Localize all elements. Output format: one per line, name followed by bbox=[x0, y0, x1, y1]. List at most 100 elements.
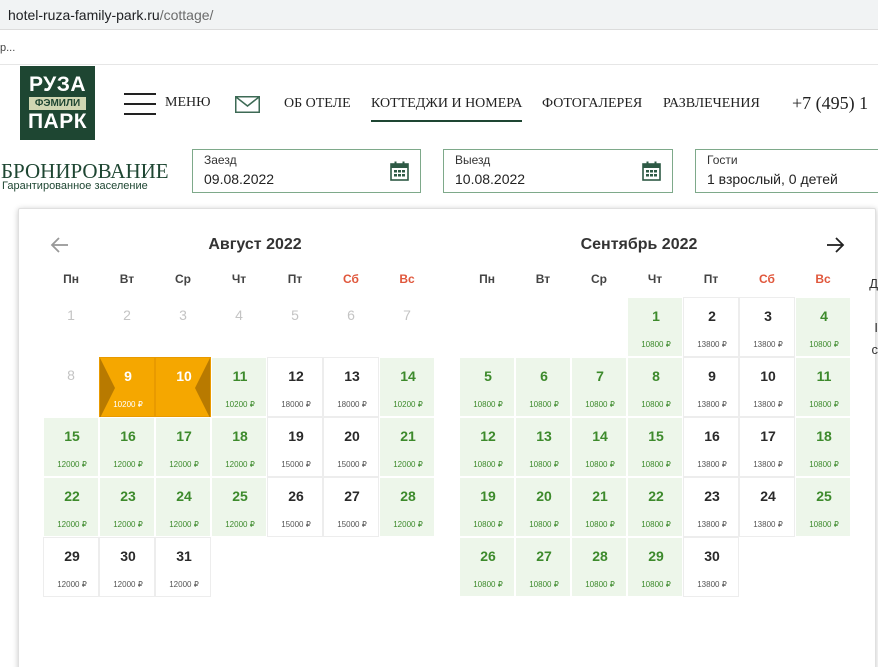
calendar-day[interactable]: 15 12000 ₽ bbox=[43, 417, 99, 477]
day-number: 19 bbox=[288, 428, 304, 444]
bookmark-fragment[interactable]: р... bbox=[0, 42, 15, 54]
site-logo[interactable]: РУЗА ФЭМИЛИ ПАРК bbox=[20, 66, 95, 140]
day-price: 10800 ₽ bbox=[473, 460, 503, 469]
calendar-day[interactable]: 29 10800 ₽ bbox=[627, 537, 683, 597]
calendar-day[interactable]: 7 10800 ₽ bbox=[571, 357, 627, 417]
calendar-day[interactable]: 8 10800 ₽ bbox=[627, 357, 683, 417]
calendar-day[interactable]: 22 12000 ₽ bbox=[43, 477, 99, 537]
calendar-day[interactable]: 27 15000 ₽ bbox=[323, 477, 379, 537]
calendar-day[interactable]: 18 10800 ₽ bbox=[795, 417, 851, 477]
calendar-day[interactable]: 10 13800 ₽ bbox=[739, 357, 795, 417]
calendar-day[interactable]: 13 10800 ₽ bbox=[515, 417, 571, 477]
calendar-day[interactable]: 19 15000 ₽ bbox=[267, 417, 323, 477]
day-price: 12000 ₽ bbox=[57, 460, 87, 469]
day-number: 8 bbox=[67, 367, 75, 383]
day-price: 10800 ₽ bbox=[473, 400, 503, 409]
calendar-day[interactable]: 10 bbox=[155, 357, 211, 418]
day-number: 25 bbox=[816, 488, 832, 504]
calendar-day[interactable]: 4 10800 ₽ bbox=[795, 297, 851, 357]
calendar-day[interactable]: 23 13800 ₽ bbox=[683, 477, 739, 537]
calendar-day[interactable]: 31 12000 ₽ bbox=[155, 537, 211, 597]
calendar-day[interactable]: 9 10200 ₽ bbox=[99, 357, 155, 418]
calendar-day[interactable]: 18 12000 ₽ bbox=[211, 417, 267, 477]
calendar-day[interactable]: 11 10800 ₽ bbox=[795, 357, 851, 417]
calendar-day[interactable]: 2 13800 ₽ bbox=[683, 297, 739, 357]
menu-button[interactable]: МЕНЮ bbox=[165, 95, 211, 111]
calendar-day[interactable]: 27 10800 ₽ bbox=[515, 537, 571, 597]
calendar-icon[interactable] bbox=[642, 161, 661, 181]
guests-field[interactable]: Гости 1 взрослый, 0 детей bbox=[695, 149, 878, 193]
weekday-header: Вс bbox=[399, 272, 415, 286]
weekday-header: Чт bbox=[231, 272, 247, 286]
calendar-day[interactable]: 22 10800 ₽ bbox=[627, 477, 683, 537]
browser-url-bar[interactable]: hotel-ruza-family-park.ru/cottage/ bbox=[0, 0, 878, 30]
calendar-day[interactable]: 24 12000 ₽ bbox=[155, 477, 211, 537]
calendar-day: 5 bbox=[267, 297, 323, 357]
calendar-day[interactable]: 11 10200 ₽ bbox=[211, 357, 267, 417]
calendar-day[interactable]: 25 10800 ₽ bbox=[795, 477, 851, 537]
calendar-day[interactable]: 29 12000 ₽ bbox=[43, 537, 99, 597]
calendar-day[interactable]: 5 10800 ₽ bbox=[459, 357, 515, 417]
mail-icon[interactable] bbox=[235, 96, 260, 113]
calendar-day[interactable]: 6 10800 ₽ bbox=[515, 357, 571, 417]
calendar-day[interactable]: 20 10800 ₽ bbox=[515, 477, 571, 537]
calendar-day[interactable]: 17 12000 ₽ bbox=[155, 417, 211, 477]
calendar-day[interactable]: 19 10800 ₽ bbox=[459, 477, 515, 537]
day-number: 7 bbox=[403, 307, 411, 323]
day-number: 12 bbox=[288, 368, 304, 384]
nav-cottages[interactable]: КОТТЕДЖИ И НОМЕРА bbox=[371, 96, 523, 122]
calendar-day[interactable]: 15 10800 ₽ bbox=[627, 417, 683, 477]
calendar-day[interactable]: 14 10200 ₽ bbox=[379, 357, 435, 417]
day-number: 10 bbox=[176, 368, 192, 384]
day-number: 2 bbox=[708, 308, 716, 324]
calendar-day[interactable]: 26 15000 ₽ bbox=[267, 477, 323, 537]
calendar-day[interactable]: 26 10800 ₽ bbox=[459, 537, 515, 597]
calendar-day[interactable]: 23 12000 ₽ bbox=[99, 477, 155, 537]
day-number: 17 bbox=[176, 428, 192, 444]
checkout-label: Выезд bbox=[455, 153, 491, 167]
calendar-day[interactable]: 3 13800 ₽ bbox=[739, 297, 795, 357]
checkout-value[interactable]: 10.08.2022 bbox=[455, 171, 525, 187]
day-number: 6 bbox=[347, 307, 355, 323]
guests-value[interactable]: 1 взрослый, 0 детей bbox=[707, 171, 838, 187]
day-number: 9 bbox=[124, 368, 132, 384]
nav-gallery[interactable]: ФОТОГАЛЕРЕЯ bbox=[542, 96, 642, 112]
calendar-day[interactable]: 20 15000 ₽ bbox=[323, 417, 379, 477]
url-text[interactable]: hotel-ruza-family-park.ru/cottage/ bbox=[8, 7, 213, 23]
day-price: 12000 ₽ bbox=[57, 580, 87, 589]
calendar-day[interactable]: 21 10800 ₽ bbox=[571, 477, 627, 537]
calendar-day[interactable]: 1 10800 ₽ bbox=[627, 297, 683, 357]
day-number: 13 bbox=[536, 428, 552, 444]
checkin-value[interactable]: 09.08.2022 bbox=[204, 171, 274, 187]
calendar-day[interactable]: 9 13800 ₽ bbox=[683, 357, 739, 417]
calendar-day[interactable]: 16 13800 ₽ bbox=[683, 417, 739, 477]
calendar-day[interactable]: 28 12000 ₽ bbox=[379, 477, 435, 537]
nav-about[interactable]: ОБ ОТЕЛЕ bbox=[284, 96, 351, 112]
calendar-day[interactable]: 30 12000 ₽ bbox=[99, 537, 155, 597]
weekday-header: Пн bbox=[479, 272, 495, 286]
calendar-day[interactable]: 21 12000 ₽ bbox=[379, 417, 435, 477]
calendar-day[interactable]: 12 10800 ₽ bbox=[459, 417, 515, 477]
calendar-day[interactable]: 30 13800 ₽ bbox=[683, 537, 739, 597]
calendar-day[interactable]: 24 13800 ₽ bbox=[739, 477, 795, 537]
day-number: 7 bbox=[596, 368, 604, 384]
calendar-day[interactable]: 12 18000 ₽ bbox=[267, 357, 323, 417]
calendar-day[interactable]: 14 10800 ₽ bbox=[571, 417, 627, 477]
day-price: 10200 ₽ bbox=[393, 400, 423, 409]
day-number: 17 bbox=[760, 428, 776, 444]
calendar-icon[interactable] bbox=[390, 161, 409, 181]
checkout-field[interactable]: Выезд 10.08.2022 bbox=[443, 149, 673, 193]
day-number: 20 bbox=[536, 488, 552, 504]
hamburger-icon[interactable] bbox=[124, 93, 156, 115]
phone-number[interactable]: +7 (495) 1 bbox=[792, 93, 868, 114]
day-number: 6 bbox=[540, 368, 548, 384]
calendar-day[interactable]: 17 13800 ₽ bbox=[739, 417, 795, 477]
calendar-day[interactable]: 16 12000 ₽ bbox=[99, 417, 155, 477]
day-number: 16 bbox=[120, 428, 136, 444]
nav-entertainment[interactable]: РАЗВЛЕЧЕНИЯ bbox=[663, 96, 760, 112]
day-price: 13800 ₽ bbox=[697, 460, 727, 469]
calendar-day[interactable]: 25 12000 ₽ bbox=[211, 477, 267, 537]
checkin-field[interactable]: Заезд 09.08.2022 bbox=[192, 149, 421, 193]
calendar-day[interactable]: 13 18000 ₽ bbox=[323, 357, 379, 417]
calendar-day[interactable]: 28 10800 ₽ bbox=[571, 537, 627, 597]
